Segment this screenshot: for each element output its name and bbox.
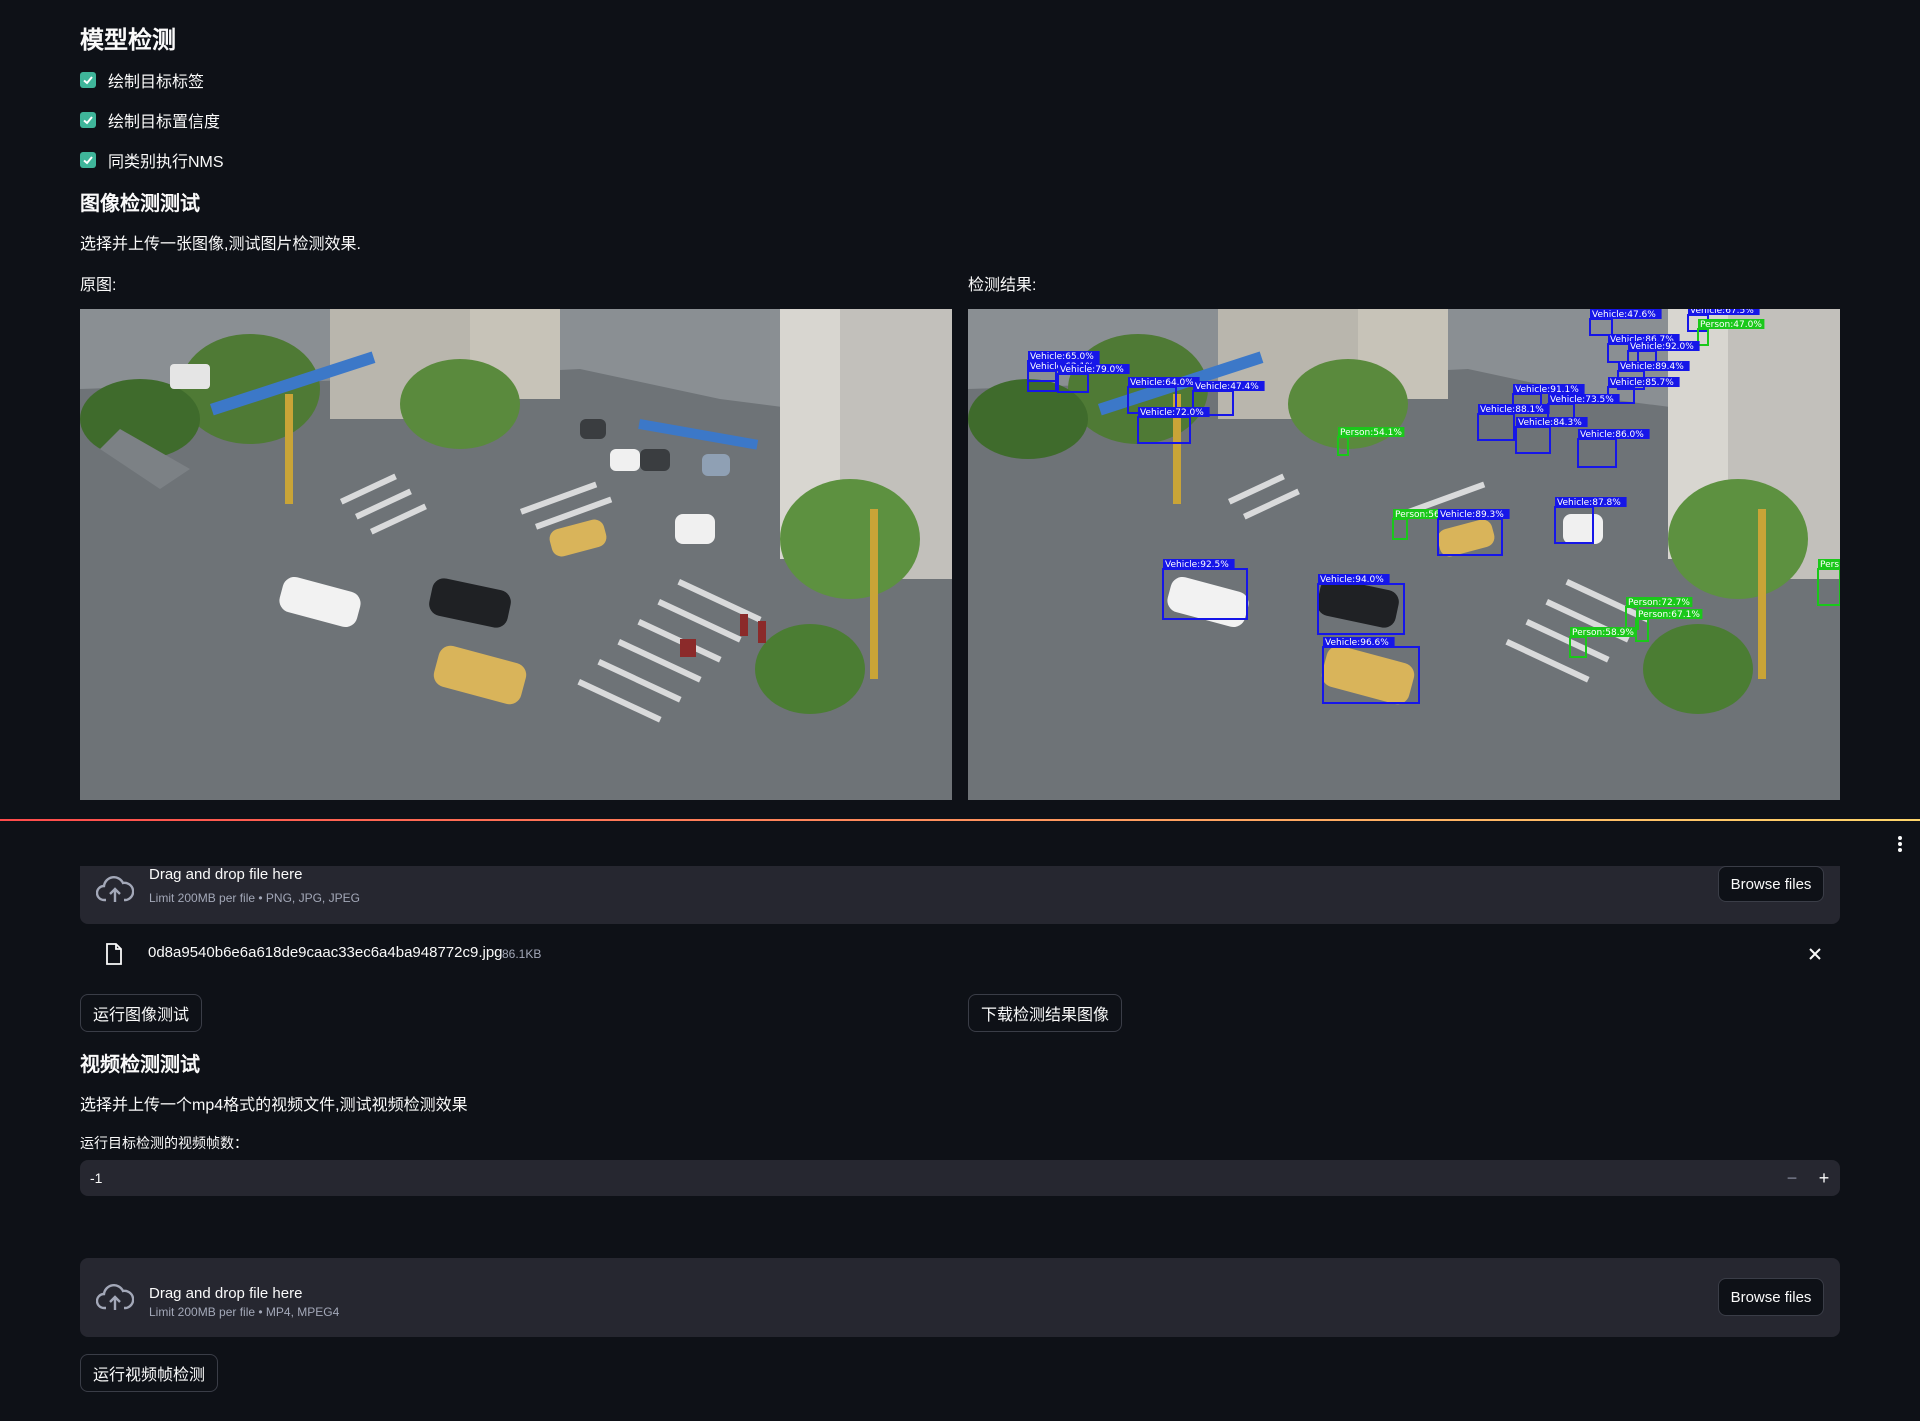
browse-files-button[interactable]: Browse files [1718, 866, 1824, 902]
model-section-title: 模型检测 [80, 27, 176, 54]
check-icon [80, 152, 96, 168]
detection-label: Vehicle:87.8% [1557, 498, 1621, 508]
check-icon [80, 112, 96, 128]
result-image-caption: 检测结果: [968, 277, 1037, 294]
uploaded-file-row: 0d8a9540b6e6a618de9caac33ec6a4ba948772c9… [80, 936, 1840, 970]
uploader-title: Drag and drop file here [149, 1285, 303, 1302]
browse-files-button[interactable]: Browse files [1718, 1278, 1824, 1316]
detection-label: Vehicle:67.5% [1690, 309, 1754, 316]
detection-label: Vehicle:89.3% [1440, 510, 1504, 520]
cloud-upload-icon [96, 876, 134, 902]
image-section-title: 图像检测测试 [80, 193, 200, 215]
close-icon[interactable] [1808, 947, 1822, 961]
detection-label: Pers [1820, 560, 1839, 570]
run-video-detection-button[interactable]: 运行视频帧检测 [80, 1354, 218, 1392]
plus-icon[interactable]: + [1808, 1160, 1840, 1196]
frames-input-label: 运行目标检测的视频帧数： [80, 1135, 248, 1151]
download-result-image-button[interactable]: 下载检测结果图像 [968, 994, 1122, 1032]
image-section-description: 选择并上传一张图像,测试图片检测效果. [80, 236, 361, 253]
detection-label: Person:72.7% [1628, 598, 1690, 608]
detection-label: Vehicle:47.4% [1195, 382, 1259, 392]
detection-label: Vehicle:94.0% [1320, 575, 1384, 585]
detection-label: Vehicle:84.3% [1518, 418, 1582, 428]
detection-label: Vehicle:72.0% [1140, 408, 1204, 418]
detection-label: Vehicle:65.0% [1030, 352, 1094, 362]
uploaded-file-size: 86.1KB [502, 947, 542, 961]
detection-result-image: Vehicle:65.0%Vehicle:62.1%Vehicle:79.0%V… [968, 309, 1840, 800]
frames-value[interactable]: -1 [90, 1170, 102, 1186]
detection-label: Vehicle:88.1% [1480, 405, 1544, 415]
video-file-uploader[interactable]: Drag and drop file here Limit 200MB per … [80, 1258, 1840, 1337]
detection-label: Person:58.9% [1572, 628, 1634, 638]
detection-label: Vehicle:92.0% [1630, 342, 1694, 352]
detection-label: Vehicle:92.5% [1165, 560, 1229, 570]
uploaded-file-name: 0d8a9540b6e6a618de9caac33ec6a4ba948772c9… [148, 944, 503, 961]
detection-label: Person:47.0% [1700, 320, 1762, 330]
uploader-title: Drag and drop file here [149, 866, 303, 883]
uploader-limit: Limit 200MB per file • MP4, MPEG4 [149, 1305, 340, 1319]
detection-label: Person:67.1% [1638, 610, 1700, 620]
checkbox-label: 绘制目标标签 [108, 74, 205, 91]
app-header-decoration [0, 819, 1920, 821]
detection-label: Vehicle:91.1% [1515, 385, 1579, 395]
frames-number-input[interactable]: -1 − + [80, 1160, 1840, 1196]
more-vertical-icon[interactable] [1898, 836, 1902, 852]
detection-label: Vehicle:64.0% [1130, 378, 1194, 388]
cloud-upload-icon [96, 1284, 134, 1310]
check-icon [80, 72, 96, 88]
minus-icon[interactable]: − [1776, 1160, 1808, 1196]
file-icon [106, 943, 122, 965]
checkbox-draw-confidence[interactable]: 绘制目标置信度 [80, 107, 220, 133]
uploader-limit: Limit 200MB per file • PNG, JPG, JPEG [149, 891, 360, 905]
checkbox-class-nms[interactable]: 同类别执行NMS [80, 147, 224, 173]
detection-label: Vehicle:73.5% [1550, 395, 1614, 405]
image-file-uploader[interactable]: Drag and drop file here Limit 200MB per … [80, 866, 1840, 924]
detection-label: Vehicle:96.6% [1325, 638, 1389, 648]
detection-label: Vehicle:85.7% [1610, 378, 1674, 388]
run-image-test-button[interactable]: 运行图像测试 [80, 994, 202, 1032]
detection-label: Vehicle:89.4% [1620, 362, 1684, 372]
detection-label: Vehicle:47.6% [1592, 310, 1656, 320]
detection-label: Vehicle:86.0% [1580, 430, 1644, 440]
checkbox-draw-labels[interactable]: 绘制目标标签 [80, 67, 204, 93]
video-section-description: 选择并上传一个mp4格式的视频文件,测试视频检测效果 [80, 1097, 468, 1114]
video-section-title: 视频检测测试 [80, 1054, 200, 1076]
checkbox-label: 同类别执行NMS [108, 154, 224, 171]
detection-label: Vehicle:79.0% [1060, 365, 1124, 375]
original-image [80, 309, 952, 800]
original-image-caption: 原图: [80, 277, 117, 294]
detection-label: Person:54.1% [1340, 428, 1402, 438]
checkbox-label: 绘制目标置信度 [108, 114, 221, 131]
